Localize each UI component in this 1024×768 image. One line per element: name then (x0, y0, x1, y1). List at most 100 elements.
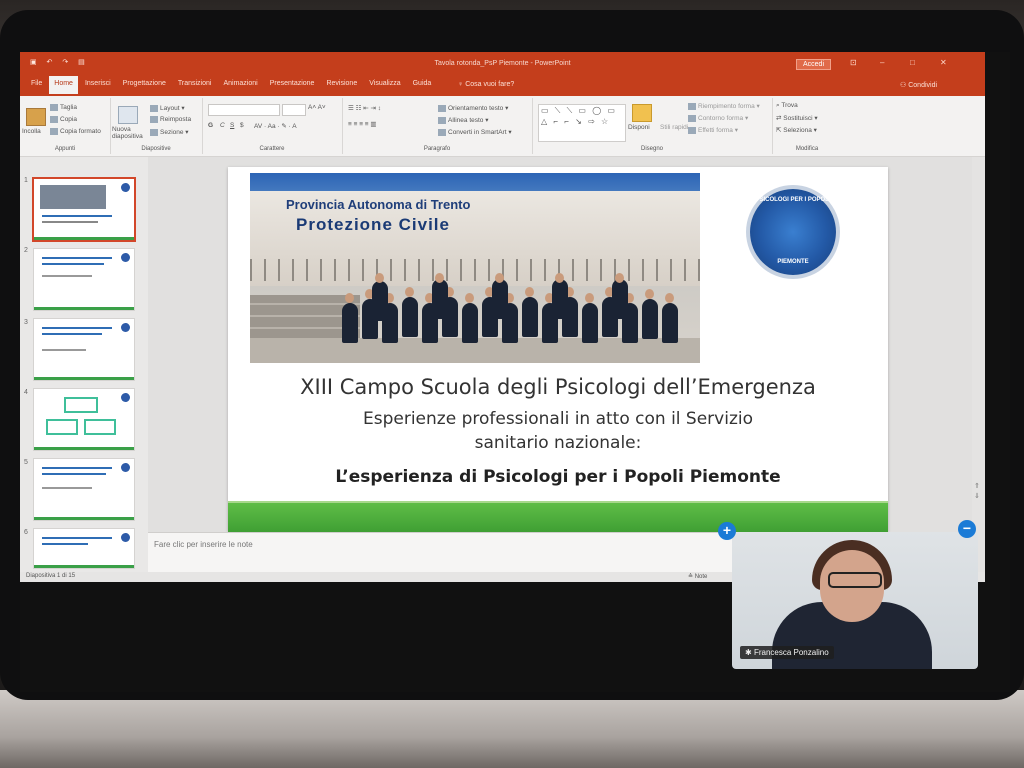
thumb-logo (121, 463, 130, 472)
tab-insert[interactable]: Inserisci (80, 76, 116, 94)
thumb-number: 6 (24, 529, 28, 536)
italic-button[interactable]: C (220, 122, 225, 129)
tab-home[interactable]: Home (49, 76, 78, 94)
tab-animations[interactable]: Animazioni (218, 76, 262, 94)
tab-transitions[interactable]: Transizioni (173, 76, 217, 94)
font-name-select[interactable] (208, 104, 280, 116)
brush-icon (50, 128, 58, 135)
text-direction-button[interactable]: Orientamento testo ▾ (438, 104, 508, 112)
thumb-slide-4[interactable] (34, 389, 134, 450)
paste-button[interactable]: Incolla (22, 128, 41, 135)
psp-piemonte-logo[interactable]: PSICOLOGI PER I POPOLI PIEMONTE (750, 189, 836, 275)
cut-button[interactable]: Taglia (50, 104, 77, 111)
find-button[interactable]: ⌕ Trova (776, 102, 798, 110)
close-icon[interactable]: ✕ (940, 58, 947, 67)
tab-slideshow[interactable]: Presentazione (265, 76, 320, 94)
editing-group: ⌕ Trova ⇄ Sostituisci ▾ ⇱ Seleziona ▾ Mo… (772, 98, 842, 154)
thumb-slide-2[interactable] (34, 249, 134, 310)
signin-button[interactable]: Accedi (796, 59, 832, 70)
thumb-photo (40, 185, 106, 209)
tab-file[interactable]: File (26, 76, 47, 94)
smartart-button[interactable]: Converti in SmartArt ▾ (438, 128, 512, 136)
tab-review[interactable]: Revisione (321, 76, 362, 94)
arrange-button[interactable]: Disponi (628, 124, 650, 131)
section-button[interactable]: Sezione ▾ (150, 128, 189, 136)
thumb-slide-5[interactable] (34, 459, 134, 520)
tab-design[interactable]: Progettazione (118, 76, 171, 94)
participant-video[interactable]: ✱ Francesca Ponzalino (732, 532, 978, 669)
thumb-slide-3[interactable] (34, 319, 134, 380)
thumb-number: 4 (24, 389, 28, 396)
replace-button[interactable]: ⇄ Sostituisci ▾ (776, 114, 818, 122)
plus-icon[interactable]: + (718, 522, 736, 540)
shapes-gallery[interactable]: ▭ ⟍ ⟍ ▭ ◯ ▭ △ ⌐ ⌐ ↘ ⇨ ☆ (538, 104, 626, 142)
thumb-logo (121, 533, 130, 542)
participant-glasses (828, 572, 882, 588)
thumb-number: 5 (24, 459, 28, 466)
thumb-text-line (42, 327, 112, 329)
thumb-text-line (42, 467, 112, 469)
paste-icon[interactable] (26, 108, 46, 126)
quick-styles-button[interactable]: Stili rapidi (660, 124, 688, 131)
thumb-number: 2 (24, 247, 28, 254)
align-icon[interactable]: ≡ ≡ ≡ ≡ ▥ (348, 120, 377, 128)
thumb-text-line (42, 215, 112, 217)
layout-button[interactable]: Layout ▾ (150, 104, 185, 112)
strikethrough-button[interactable]: $ (240, 122, 244, 129)
copy-icon (50, 116, 58, 123)
ribbon-options-icon[interactable]: ⊡ (850, 58, 857, 67)
thumb-slide-6[interactable] (34, 529, 134, 568)
grow-font-icon[interactable]: A˄ A˅ (308, 104, 326, 111)
slide[interactable]: Provincia Autonoma di Trento Protezione … (228, 167, 888, 533)
shape-outline-button[interactable]: Contorno forma ▾ (688, 114, 748, 122)
shape-fill-button[interactable]: Riempimento forma ▾ (688, 102, 760, 110)
minus-icon[interactable]: − (958, 520, 976, 538)
select-button[interactable]: ⇱ Seleziona ▾ (776, 126, 817, 134)
slide-subtitle-line-2[interactable]: sanitario nazionale: (228, 433, 888, 453)
slides-group-label: Diapositive (141, 146, 171, 152)
bullets-icon[interactable]: ☰ ☷ ⇤ ⇥ ↕ (348, 104, 381, 112)
drawing-group-label: Disegno (640, 146, 663, 152)
thumb-text-line (42, 263, 104, 265)
thumb-slide-1[interactable] (34, 179, 134, 240)
slide-nav-arrows[interactable]: ⇑ ⇓ (974, 482, 980, 502)
slides-group: Nuova diapositiva Layout ▾ Reimposta Sez… (110, 98, 203, 154)
thumb-text-line (42, 275, 92, 277)
shape-effects-button[interactable]: Effetti forma ▾ (688, 126, 738, 134)
vertical-scrollbar[interactable] (972, 157, 985, 572)
format-painter-button[interactable]: Copia formato (50, 128, 101, 135)
copy-button[interactable]: Copia (50, 116, 77, 123)
tell-me-search[interactable]: ♀ Cosa vuoi fare? (458, 81, 514, 88)
clipboard-group: Incolla Taglia Copia Copia formato Appun… (20, 98, 111, 154)
char-spacing-icon[interactable]: AV · Aa · ✎ · A (254, 122, 297, 130)
group-photo[interactable]: Provincia Autonoma di Trento Protezione … (250, 173, 700, 363)
bold-button[interactable]: G (208, 122, 213, 129)
minimize-icon[interactable]: – (880, 58, 884, 67)
share-button[interactable]: ⚇ Condividi (900, 81, 937, 89)
reset-icon (150, 116, 158, 123)
underline-button[interactable]: S (230, 122, 234, 129)
outline-icon (688, 114, 696, 122)
align-text-button[interactable]: Allinea testo ▾ (438, 116, 489, 124)
thumb-logo (121, 253, 130, 262)
tab-view[interactable]: Visualizza (364, 76, 405, 94)
maximize-icon[interactable]: □ (910, 58, 915, 67)
new-slide-icon[interactable] (118, 106, 138, 124)
participant-name-label: ✱ Francesca Ponzalino (740, 646, 834, 659)
ribbon: Incolla Taglia Copia Copia formato Appun… (20, 96, 985, 157)
notes-icon: ≙ (688, 574, 695, 580)
arrange-icon[interactable] (632, 104, 652, 122)
font-group: A˄ A˅ G C S $ AV · Aa · ✎ · A Carattere (202, 98, 343, 154)
tab-help[interactable]: Guida (408, 76, 437, 94)
thumb-diagram (84, 419, 116, 435)
thumb-number: 3 (24, 319, 28, 326)
slide-title[interactable]: XIII Campo Scuola degli Psicologi dell’E… (228, 375, 888, 399)
new-slide-button[interactable]: Nuova diapositiva (112, 126, 146, 140)
thumb-text-line (42, 349, 86, 351)
slide-bold-line[interactable]: L’esperienza di Psicologi per i Popoli P… (228, 467, 888, 487)
slide-subtitle-line-1[interactable]: Esperienze professionali in atto con il … (228, 409, 888, 429)
thumb-text-line (42, 257, 112, 259)
notes-toggle[interactable]: ≙ Note (688, 573, 707, 580)
reset-button[interactable]: Reimposta (150, 116, 191, 123)
font-size-select[interactable] (282, 104, 306, 116)
